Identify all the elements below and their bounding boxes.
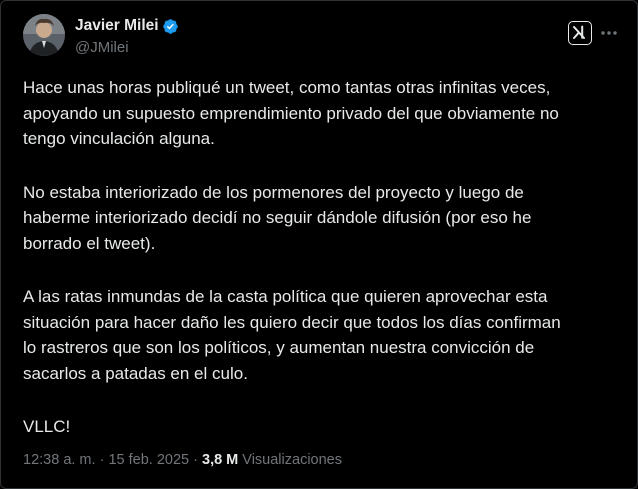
- views-label: Visualizaciones: [242, 452, 342, 468]
- grok-button[interactable]: [568, 21, 592, 45]
- meta-separator: ·: [99, 452, 105, 468]
- tweet-date[interactable]: 15 feb. 2025: [108, 452, 189, 468]
- tweet-line: apoyando un supuesto emprendimiento priv…: [23, 103, 559, 123]
- tweet-line: VLLC!: [23, 417, 71, 436]
- tweet-line: sacarlos a patadas en el culo.: [23, 363, 248, 383]
- tweet-line: tengo vinculación alguna.: [23, 129, 215, 148]
- tweet-line: borrado el tweet).: [23, 233, 156, 253]
- grok-icon: [573, 25, 585, 39]
- avatar-image: [23, 14, 65, 56]
- author-display-name[interactable]: Javier Milei: [75, 17, 159, 35]
- views-count: 3,8 M: [202, 452, 239, 468]
- tweet-text: Hace unas horas publiqué un tweet, como …: [23, 75, 623, 440]
- tweet-line: A las ratas inmundas de la casta polític…: [23, 287, 548, 306]
- tweet-paragraph-4: VLLC!: [23, 414, 623, 440]
- tweet-metadata: 12:38 a. m. · 15 feb. 2025 · 3,8 M Visua…: [23, 451, 342, 469]
- tweet-line: No estaba interiorizado de los pormenore…: [23, 182, 524, 202]
- author-handle[interactable]: @JMilei: [75, 39, 179, 57]
- more-options-icon: [601, 31, 617, 35]
- tweet-paragraph-2: No estaba interiorizado de los pormenore…: [23, 180, 623, 257]
- tweet-paragraph-3: A las ratas inmundas de la casta polític…: [23, 284, 623, 386]
- tweet-header: Javier Milei @JMilei: [23, 14, 619, 62]
- tweet-card: Javier Milei @JMilei Hace unas horas pub…: [0, 0, 638, 489]
- tweet-line: haberme interiorizado decidí no seguir d…: [23, 208, 532, 227]
- tweet-line: situación para hacer daño les quiero dec…: [23, 312, 561, 332]
- meta-separator: ·: [193, 452, 198, 468]
- author-names: Javier Milei @JMilei: [75, 17, 179, 57]
- tweet-line: lo rastreros que son los políticos, y au…: [23, 338, 535, 357]
- tweet-line: Hace unas horas publiqué un tweet, como …: [23, 78, 551, 97]
- tweet-time[interactable]: 12:38 a. m.: [23, 452, 96, 468]
- verified-badge-icon: [162, 18, 179, 35]
- tweet-paragraph-1: Hace unas horas publiqué un tweet, como …: [23, 75, 623, 152]
- avatar[interactable]: [23, 14, 65, 56]
- more-options-button[interactable]: [598, 22, 620, 44]
